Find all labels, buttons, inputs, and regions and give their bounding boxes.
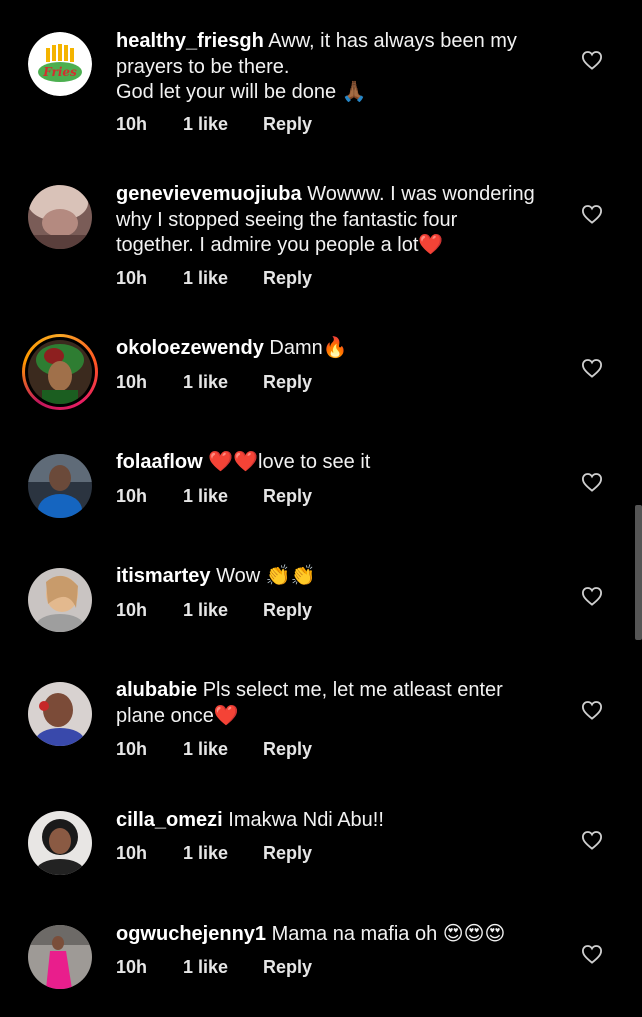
comment-line: ❤️❤️love to see it — [208, 451, 371, 473]
timestamp: 10h — [116, 739, 148, 759]
comment-line: together. I admire you people a lot❤️ — [116, 234, 444, 256]
timestamp: 10h — [116, 843, 148, 863]
username[interactable]: genevievemuojiuba — [116, 183, 302, 205]
username[interactable]: ogwuchejenny1 — [116, 923, 266, 945]
comment-text: folaaflow ❤️❤️love to see it — [116, 450, 566, 476]
heart-outline-icon[interactable] — [581, 830, 603, 850]
comment-line: Imakwa Ndi Abu!! — [228, 809, 384, 831]
timestamp: 10h — [116, 114, 148, 134]
reply-button[interactable]: Reply — [263, 957, 312, 978]
comment-line: why I stopped seeing the fantastic four — [116, 208, 458, 231]
heart-outline-icon[interactable] — [581, 700, 603, 720]
likes-count[interactable]: 1 like — [183, 114, 228, 135]
avatar-photo — [28, 682, 92, 746]
reply-button[interactable]: Reply — [263, 600, 312, 621]
heart-outline-icon[interactable] — [581, 204, 603, 224]
reply-button[interactable]: Reply — [263, 372, 312, 393]
reply-button[interactable]: Reply — [263, 268, 312, 289]
reply-button[interactable]: Reply — [263, 843, 312, 864]
avatar[interactable] — [28, 185, 92, 249]
likes-count[interactable]: 1 like — [183, 486, 228, 507]
likes-count[interactable]: 1 like — [183, 372, 228, 393]
username[interactable]: alubabie — [116, 679, 197, 701]
avatar[interactable] — [28, 568, 92, 632]
likes-count[interactable]: 1 like — [183, 739, 228, 760]
comment-line: Aww, it has always been my — [268, 30, 517, 52]
likes-count[interactable]: 1 like — [183, 843, 228, 864]
comment-text: genevievemuojiuba Wowww. I was wondering… — [116, 182, 566, 259]
comment-line: God let your will be done 🙏🏾 — [116, 81, 367, 103]
avatar-photo — [28, 925, 92, 989]
timestamp: 10h — [116, 486, 148, 506]
timestamp: 10h — [116, 600, 148, 620]
comment-text: okoloezewendy Damn🔥 — [116, 336, 566, 362]
avatar-with-story-ring[interactable] — [22, 334, 98, 410]
avatar[interactable] — [28, 811, 92, 875]
heart-outline-icon[interactable] — [581, 944, 603, 964]
avatar[interactable] — [28, 454, 92, 518]
comment-text: alubabie Pls select me, let me atleast e… — [116, 678, 566, 729]
username[interactable]: healthy_friesgh — [116, 30, 264, 52]
username[interactable]: itismartey — [116, 565, 211, 587]
username[interactable]: okoloezewendy — [116, 337, 264, 359]
fries-logo: Fries — [28, 32, 92, 96]
reply-button[interactable]: Reply — [263, 739, 312, 760]
comment-line: Wow 👏👏 — [216, 565, 316, 587]
heart-outline-icon[interactable] — [581, 50, 603, 70]
avatar[interactable]: Fries — [28, 32, 92, 96]
likes-count[interactable]: 1 like — [183, 957, 228, 978]
reply-button[interactable]: Reply — [263, 114, 312, 135]
timestamp: 10h — [116, 957, 148, 977]
timestamp: 10h — [116, 372, 148, 392]
comment-text: cilla_omezi Imakwa Ndi Abu!! — [116, 808, 566, 834]
username[interactable]: cilla_omezi — [116, 809, 223, 831]
heart-outline-icon[interactable] — [581, 358, 603, 378]
avatar-photo — [28, 454, 92, 518]
likes-count[interactable]: 1 like — [183, 268, 228, 289]
username[interactable]: folaaflow — [116, 451, 203, 473]
comment-text: itismartey Wow 👏👏 — [116, 564, 566, 590]
comment-text: healthy_friesgh Aww, it has always been … — [116, 29, 566, 106]
scrollbar[interactable] — [635, 505, 642, 640]
heart-outline-icon[interactable] — [581, 586, 603, 606]
svg-text:Fries: Fries — [42, 65, 77, 79]
comment-line: Wowww. I was wondering — [307, 183, 535, 205]
reply-button[interactable]: Reply — [263, 486, 312, 507]
timestamp: 10h — [116, 268, 148, 288]
comment-line: Damn🔥 — [269, 337, 348, 359]
comment-text: ogwuchejenny1 Mama na mafia oh 😍😍😍 — [116, 922, 566, 948]
avatar-photo — [28, 568, 92, 632]
avatar-photo — [28, 811, 92, 875]
comment-line: plane once❤️ — [116, 704, 239, 727]
likes-count[interactable]: 1 like — [183, 600, 228, 621]
comment-line: Mama na mafia oh 😍😍😍 — [271, 923, 506, 945]
comment-line: prayers to be there. — [116, 55, 290, 78]
avatar[interactable] — [28, 925, 92, 989]
comment-line: Pls select me, let me atleast enter — [202, 679, 503, 701]
avatar-photo — [28, 185, 92, 249]
avatar[interactable] — [28, 682, 92, 746]
heart-outline-icon[interactable] — [581, 472, 603, 492]
avatar-photo — [28, 340, 92, 404]
